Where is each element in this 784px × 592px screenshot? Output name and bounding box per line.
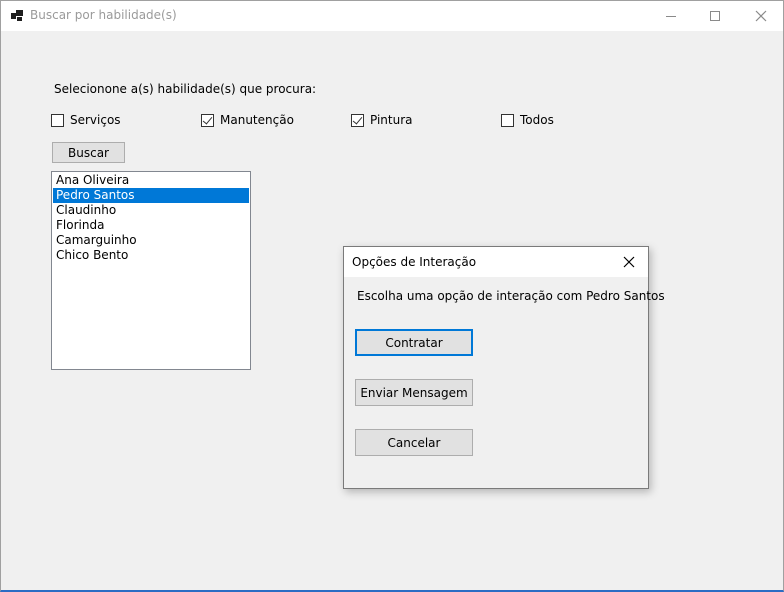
hire-button[interactable]: Contratar xyxy=(355,329,473,356)
main-window: Buscar por habilidade(s) Selecionone a(s… xyxy=(0,0,784,592)
cancel-button[interactable]: Cancelar xyxy=(355,429,473,456)
list-item[interactable]: Chico Bento xyxy=(53,248,249,263)
checkbox-label: Manutenção xyxy=(220,113,294,127)
dialog-close-button[interactable] xyxy=(616,250,642,274)
maximize-icon xyxy=(710,11,720,21)
list-item[interactable]: Ana Oliveira xyxy=(53,173,249,188)
minimize-icon xyxy=(666,15,676,17)
list-item[interactable]: Claudinho xyxy=(53,203,249,218)
window-title: Buscar por habilidade(s) xyxy=(30,8,177,22)
dialog-message: Escolha uma opção de interação com Pedro… xyxy=(357,289,665,303)
checkbox-servicos[interactable]: Serviços xyxy=(51,112,121,128)
app-icon xyxy=(11,10,23,21)
checkbox-label: Todos xyxy=(520,113,554,127)
checkbox-pintura[interactable]: Pintura xyxy=(351,112,413,128)
checkbox-box-checked[interactable] xyxy=(351,113,364,127)
send-message-button[interactable]: Enviar Mensagem xyxy=(355,379,473,406)
list-item[interactable]: Florinda xyxy=(53,218,249,233)
checkbox-manutencao[interactable]: Manutenção xyxy=(201,112,294,128)
close-icon xyxy=(755,10,767,22)
results-listbox[interactable]: Ana Oliveira Pedro Santos Claudinho Flor… xyxy=(51,171,251,370)
list-item-selected[interactable]: Pedro Santos xyxy=(53,188,249,203)
checkbox-label: Serviços xyxy=(70,113,121,127)
skills-prompt-label: Selecionone a(s) habilidade(s) que procu… xyxy=(54,82,317,96)
title-bar[interactable]: Buscar por habilidade(s) xyxy=(1,1,783,31)
search-button[interactable]: Buscar xyxy=(52,142,125,163)
checkbox-box[interactable] xyxy=(501,113,514,127)
close-button[interactable] xyxy=(739,1,783,31)
checkbox-todos[interactable]: Todos xyxy=(501,112,554,128)
dialog-title-bar[interactable]: Opções de Interação xyxy=(344,247,648,277)
maximize-button[interactable] xyxy=(693,1,737,31)
checkbox-box-checked[interactable] xyxy=(201,113,214,127)
dialog-title: Opções de Interação xyxy=(352,255,477,269)
interaction-dialog: Opções de Interação Escolha uma opção de… xyxy=(343,246,665,489)
checkbox-box[interactable] xyxy=(51,113,64,127)
checkbox-label: Pintura xyxy=(370,113,413,127)
list-item[interactable]: Camarguinho xyxy=(53,233,249,248)
close-icon xyxy=(623,256,635,268)
minimize-button[interactable] xyxy=(649,1,693,31)
